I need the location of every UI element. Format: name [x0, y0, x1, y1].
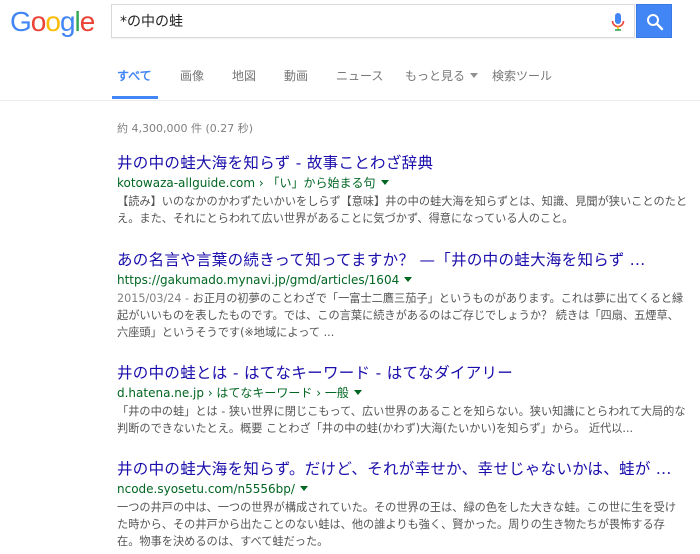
- search-result: 井の中の蛙大海を知らず。だけど、それが幸せか、幸せじゃないかは、蛙が ... n…: [117, 459, 687, 550]
- logo-letter: o: [45, 6, 61, 37]
- chevron-down-icon: [470, 73, 479, 78]
- search-tabs: すべて 画像 地図 動画 ニュース もっと見る 検索ツール: [0, 48, 700, 101]
- tab-news[interactable]: ニュース: [336, 67, 383, 84]
- tab-all[interactable]: すべて: [117, 67, 152, 84]
- microphone-icon[interactable]: [610, 12, 626, 32]
- tab-maps[interactable]: 地図: [232, 67, 256, 84]
- result-title-link[interactable]: 井の中の蛙大海を知らず。だけど、それが幸せか、幸せじゃないかは、蛙が ...: [117, 459, 687, 479]
- google-logo[interactable]: Google: [10, 6, 96, 38]
- search-result: あの名言や言葉の続きって知ってますか？ —「井の中の蛙大海を知らず ... ht…: [117, 250, 687, 341]
- logo-letter: g: [59, 6, 76, 37]
- tab-images[interactable]: 画像: [180, 67, 204, 84]
- result-url-text: https://gakumado.mynavi.jp/gmd/articles/…: [117, 273, 400, 287]
- result-snippet: 一つの井戸の中は、一つの世界が構成されていた。その世界の王は、緑の色をした大きな…: [117, 501, 677, 548]
- result-title-link[interactable]: 井の中の蛙大海を知らず - 故事ことわざ辞典: [117, 153, 687, 173]
- search-box: [111, 4, 635, 38]
- logo-letter: G: [10, 6, 32, 37]
- dropdown-arrow-icon[interactable]: [404, 277, 413, 282]
- result-snippet: 2015/03/24 - お正月の初夢のことわざで「一富士二鷹三茄子」というもの…: [117, 290, 687, 341]
- result-title-link[interactable]: 井の中の蛙とは - はてなキーワード - はてなダイアリー: [117, 363, 687, 383]
- result-url: d.hatena.ne.jp › はてなキーワード › 一般: [117, 386, 687, 401]
- result-title-link[interactable]: あの名言や言葉の続きって知ってますか？ —「井の中の蛙大海を知らず ...: [117, 250, 687, 270]
- result-url-text: ncode.syosetu.com/n5556bp/: [117, 482, 295, 496]
- result-url-text: kotowaza-allguide.com › 「い」から始まる句: [117, 176, 376, 190]
- result-url: https://gakumado.mynavi.jp/gmd/articles/…: [117, 273, 687, 288]
- result-snippet: 【読み】いのなかのかわずたいかいをしらず【意味】井の中の蛙大海を知らずとは、知識…: [117, 195, 688, 225]
- dropdown-arrow-icon[interactable]: [353, 390, 362, 395]
- result-url-text: d.hatena.ne.jp › はてなキーワード › 一般: [117, 386, 349, 400]
- tab-videos[interactable]: 動画: [284, 67, 308, 84]
- result-date: 2015/03/24 -: [117, 292, 193, 305]
- tab-more[interactable]: もっと見る: [405, 67, 479, 84]
- search-icon: [647, 14, 664, 31]
- search-result: 井の中の蛙大海を知らず - 故事ことわざ辞典 kotowaza-allguide…: [117, 153, 687, 227]
- result-url: kotowaza-allguide.com › 「い」から始まる句: [117, 176, 687, 191]
- tab-more-label: もっと見る: [405, 69, 466, 83]
- dropdown-arrow-icon[interactable]: [299, 486, 308, 491]
- result-snippet-text: お正月の初夢のことわざで「一富士二鷹三茄子」というものがあります。これは夢に出て…: [117, 292, 684, 339]
- search-result: 井の中の蛙とは - はてなキーワード - はてなダイアリー d.hatena.n…: [117, 363, 687, 437]
- logo-letter: e: [79, 6, 96, 37]
- result-snippet: 「井の中の蛙」とは - 狭い世界に閉じこもって、広い世界のあることを知らない。狭…: [117, 405, 686, 435]
- search-button[interactable]: [636, 4, 672, 38]
- result-stats: 約 4,300,000 件 (0.27 秒): [117, 122, 254, 135]
- result-url: ncode.syosetu.com/n5556bp/: [117, 482, 687, 497]
- logo-letter: o: [30, 6, 47, 37]
- tab-search-tools[interactable]: 検索ツール: [492, 67, 552, 84]
- header: Google: [0, 0, 700, 48]
- search-input[interactable]: [120, 11, 600, 31]
- dropdown-arrow-icon[interactable]: [380, 180, 389, 185]
- active-tab-indicator: [112, 96, 158, 99]
